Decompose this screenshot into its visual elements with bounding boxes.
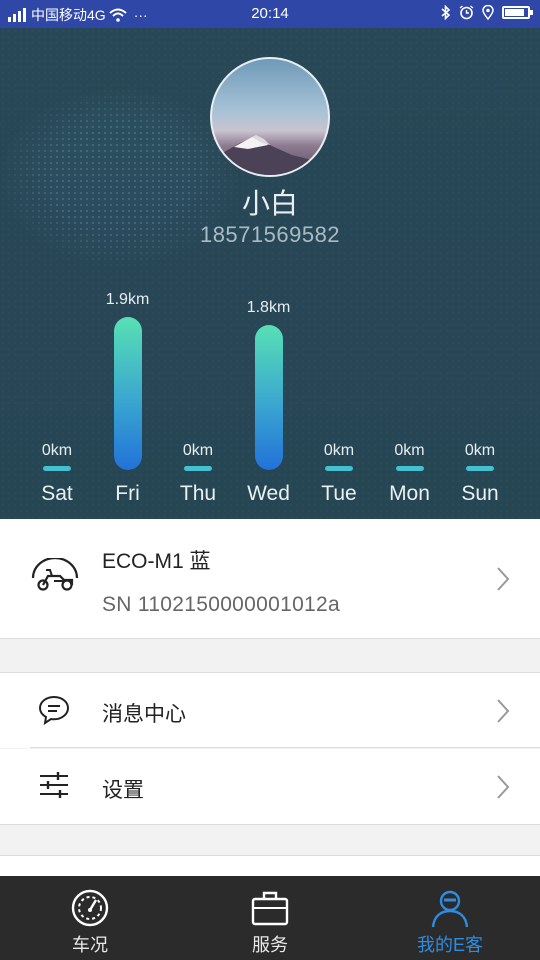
list-bottom-edge	[0, 855, 540, 876]
distance-bar-empty	[395, 466, 424, 471]
chevron-right-icon	[497, 567, 510, 591]
device-name: ECO-M1 蓝	[102, 550, 211, 573]
bottom-tab-bar: 车况 服务 我的E客	[0, 876, 540, 960]
weekday-label: Sun	[461, 482, 499, 505]
tab-label: 车况	[72, 935, 108, 955]
weekly-distance-chart: 0km Sat 1.9km Fri 0km Thu 1.8km Wed 0km Tue 0km Mon…	[22, 28, 518, 519]
divider	[30, 747, 540, 748]
chevron-right-icon	[497, 699, 510, 723]
settings-sliders-icon	[40, 772, 68, 798]
distance-value-label: 1.9km	[105, 291, 150, 308]
distance-bar	[254, 325, 283, 470]
distance-value-label: 0km	[323, 442, 355, 459]
status-right	[441, 5, 533, 20]
chart-column-wed: 1.8km Wed	[234, 28, 304, 519]
device-serial: SN 1102150000001012a	[102, 593, 340, 616]
distance-value-label: 0km	[41, 442, 73, 459]
message-icon	[38, 695, 70, 725]
chart-column-fri: 1.9km Fri	[93, 28, 163, 519]
chart-column-tue: 0km Tue	[304, 28, 374, 519]
tab-my-eke[interactable]: 我的E客	[360, 876, 540, 960]
status-bar: 中国移动4G ··· 20:14	[0, 0, 540, 28]
battery-icon	[502, 6, 533, 19]
menu-item-settings[interactable]: 设置	[0, 749, 540, 825]
menu-item-message-center[interactable]: 消息中心	[0, 672, 540, 748]
distance-bar-empty	[184, 466, 212, 471]
location-icon	[482, 5, 494, 20]
briefcase-icon	[251, 891, 289, 926]
tab-service[interactable]: 服务	[180, 876, 360, 960]
tab-label: 服务	[252, 935, 288, 955]
bluetooth-icon	[441, 5, 451, 20]
weekday-label: Mon	[389, 482, 430, 505]
alarm-icon	[459, 5, 474, 20]
distance-bar-empty	[466, 466, 494, 471]
distance-value-label: 0km	[182, 442, 214, 459]
distance-bar-empty	[43, 466, 71, 471]
weekday-label: Fri	[115, 482, 140, 505]
menu-label-message-center: 消息中心	[102, 703, 186, 726]
weekday-label: Sat	[41, 482, 73, 505]
scooter-icon	[31, 558, 79, 591]
speedometer-icon	[71, 889, 109, 927]
chart-column-sun: 0km Sun	[445, 28, 515, 519]
weekday-label: Tue	[321, 482, 357, 505]
profile-header: 小白 18571569582 0km Sat 1.9km Fri 0km Thu 1.8km…	[0, 28, 540, 519]
chart-column-thu: 0km Thu	[163, 28, 233, 519]
battery-level-fill	[505, 9, 524, 16]
weekday-label: Wed	[247, 482, 290, 505]
distance-value-label: 0km	[464, 442, 496, 459]
tab-label: 我的E客	[416, 935, 483, 955]
distance-bar	[113, 317, 142, 470]
tab-vehicle-status[interactable]: 车况	[0, 876, 180, 960]
user-icon	[431, 890, 469, 928]
chart-column-sat: 0km Sat	[22, 28, 92, 519]
chevron-right-icon	[497, 775, 510, 799]
distance-value-label: 1.8km	[246, 299, 291, 316]
chart-column-mon: 0km Mon	[375, 28, 445, 519]
distance-value-label: 0km	[394, 442, 425, 459]
device-card[interactable]: ECO-M1 蓝 SN 1102150000001012a	[0, 519, 540, 639]
menu-label-settings: 设置	[102, 779, 144, 802]
weekday-label: Thu	[179, 482, 217, 505]
distance-bar-empty	[325, 466, 353, 471]
